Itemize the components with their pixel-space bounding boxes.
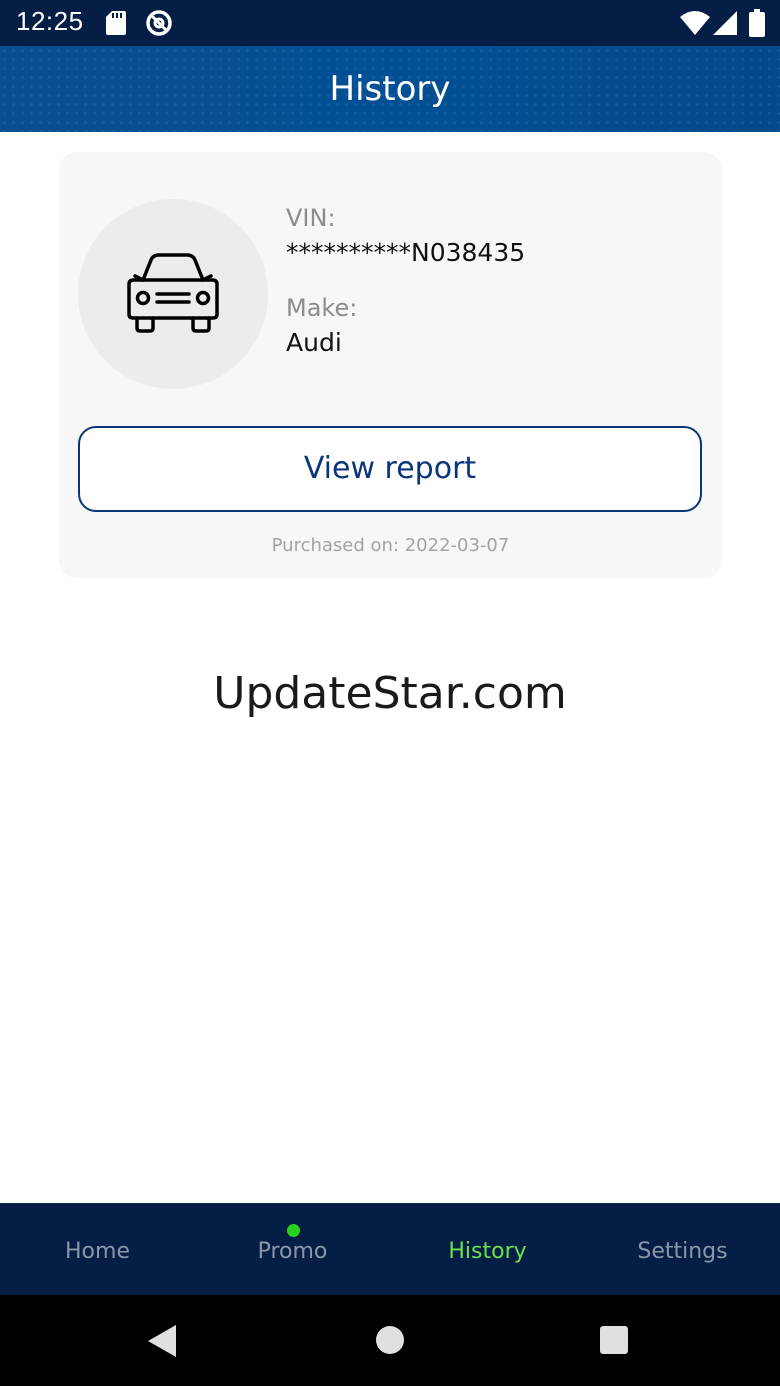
- bottom-nav: Home Promo History Settings: [0, 1203, 780, 1295]
- wifi-icon: [680, 11, 710, 39]
- make-value: Audi: [286, 328, 342, 357]
- watermark-text: UpdateStar.com: [213, 668, 567, 719]
- view-report-button[interactable]: View report: [78, 426, 702, 512]
- purchased-date: Purchased on: 2022-03-07: [271, 535, 510, 556]
- nav-item-history[interactable]: History: [390, 1204, 585, 1296]
- status-bar: 12:25: [0, 0, 780, 46]
- recents-square-icon[interactable]: [600, 1326, 628, 1358]
- home-circle-icon[interactable]: [376, 1326, 404, 1358]
- vin-label: VIN:: [286, 204, 336, 232]
- promo-notification-dot: [287, 1224, 300, 1237]
- make-label: Make:: [286, 294, 358, 322]
- page-title: History: [329, 69, 451, 109]
- status-time: 12:25: [16, 6, 84, 36]
- nav-item-promo[interactable]: Promo: [195, 1204, 390, 1296]
- nav-item-home[interactable]: Home: [0, 1204, 195, 1296]
- battery-icon: [749, 9, 765, 41]
- sd-card-icon: [106, 11, 126, 39]
- app-bar: History: [0, 46, 780, 132]
- back-icon[interactable]: [148, 1325, 178, 1361]
- history-card: VIN: **********N038435 Make: Audi View r…: [59, 152, 722, 578]
- signal-icon: [713, 11, 737, 39]
- car-avatar: [78, 199, 268, 389]
- car-icon: [127, 253, 219, 333]
- no-disturb-icon: [145, 9, 173, 41]
- vin-value: **********N038435: [286, 238, 526, 267]
- system-nav-bar: [0, 1295, 780, 1386]
- nav-item-settings[interactable]: Settings: [585, 1204, 780, 1296]
